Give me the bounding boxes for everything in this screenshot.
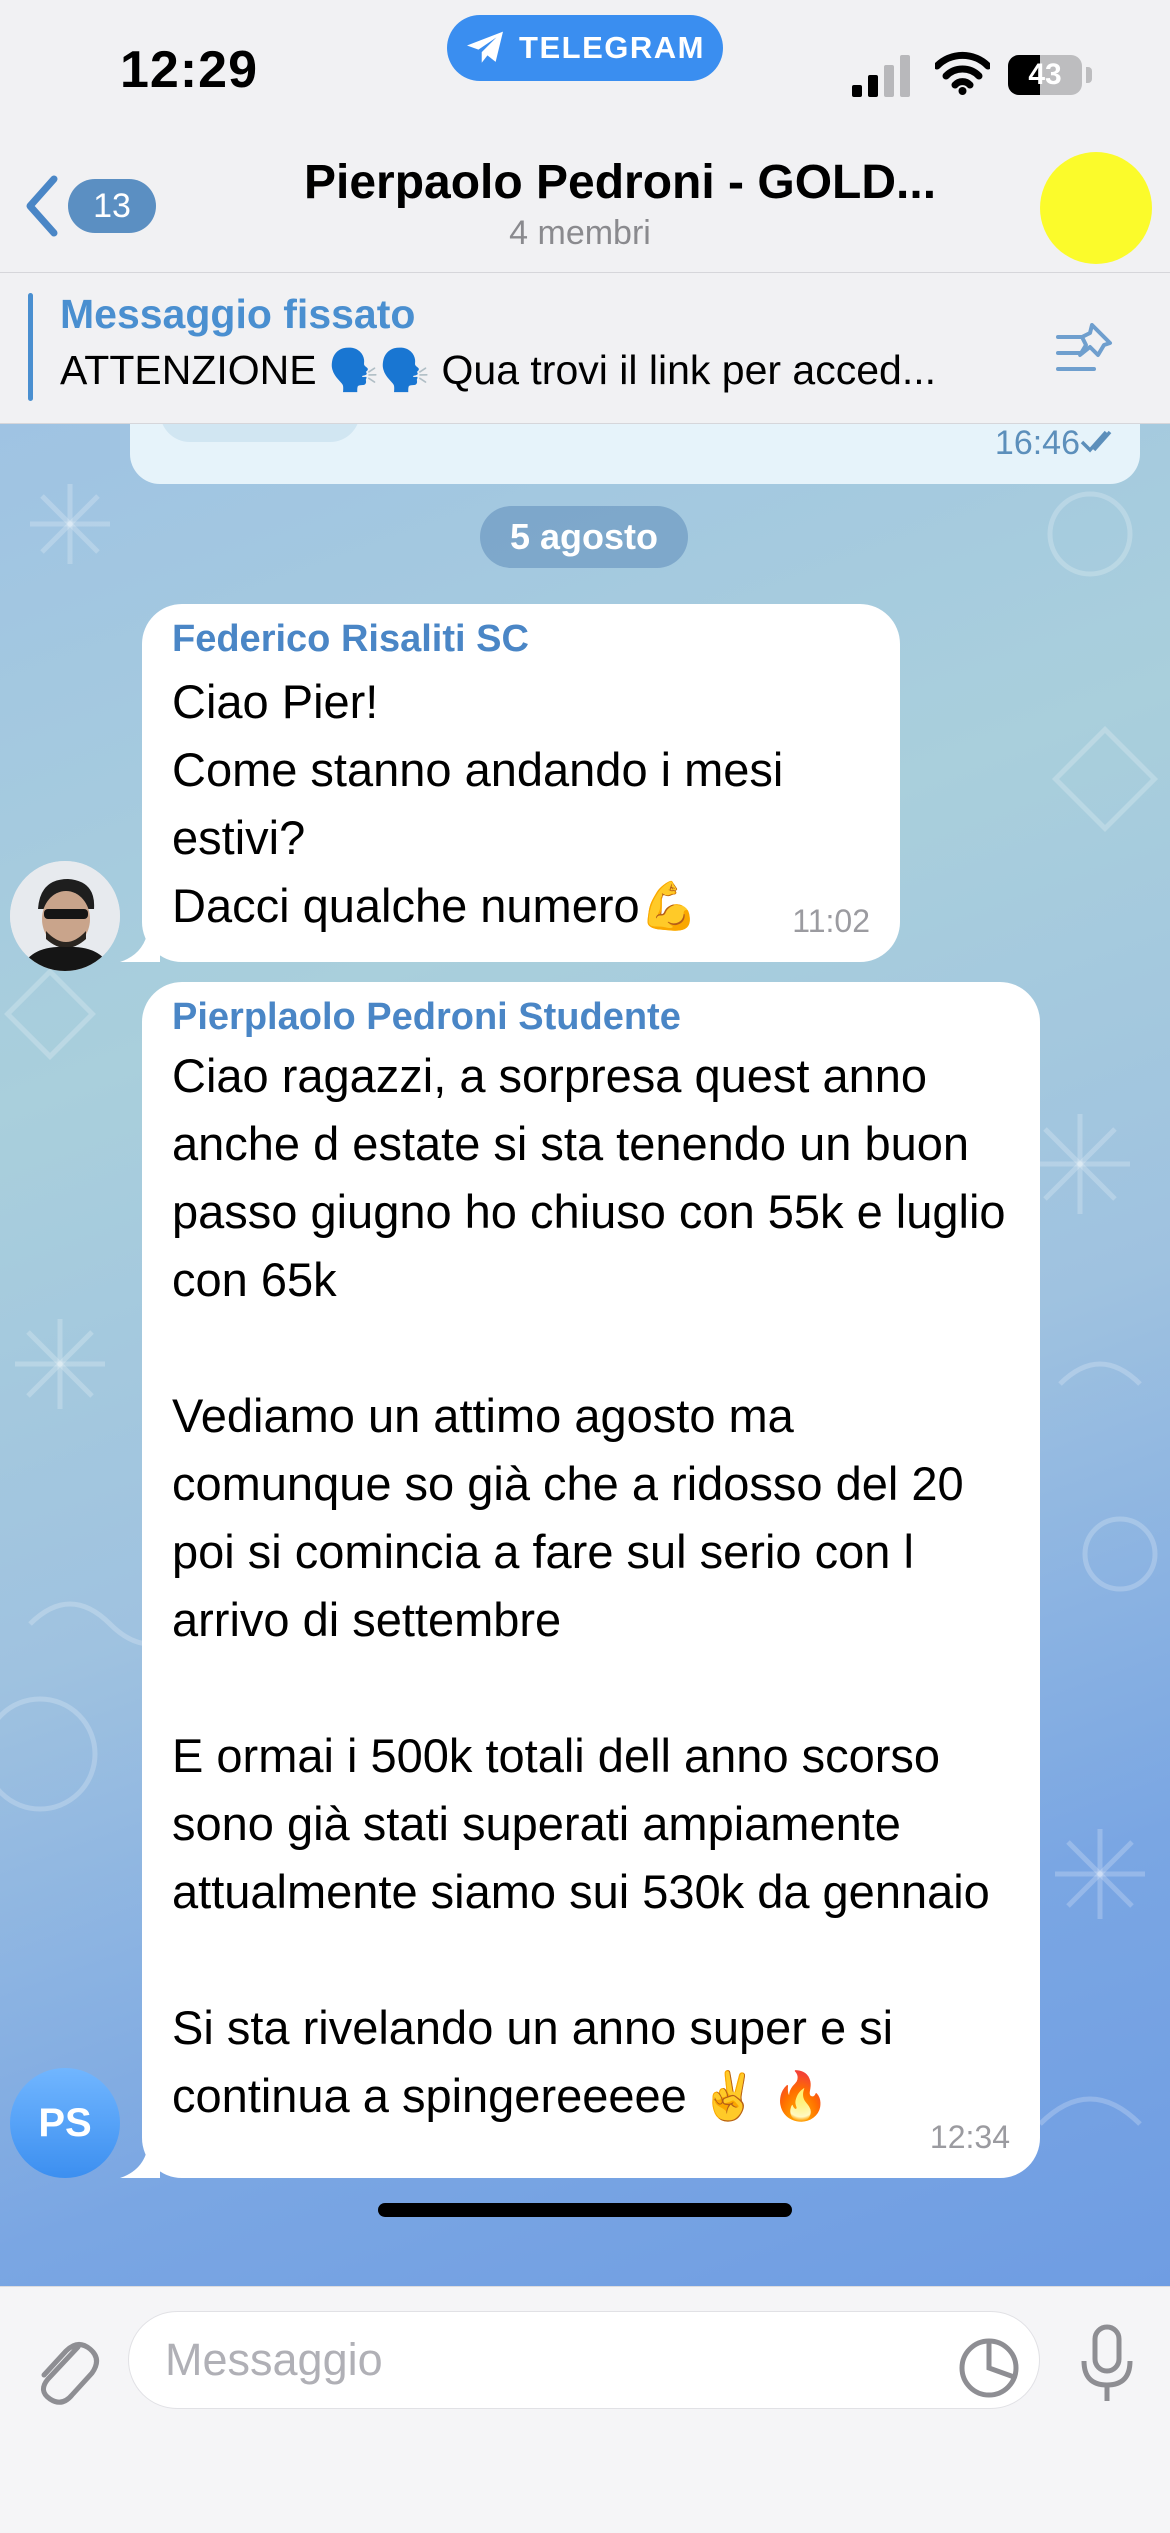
message-time: 12:34 [929, 2119, 1010, 2155]
sender-name[interactable]: Pierplaolo Pedroni Studente [172, 996, 681, 1039]
back-button[interactable]: 13 [22, 175, 156, 237]
sender-avatar[interactable]: PS [10, 2068, 120, 2178]
return-to-app-pill[interactable]: TELEGRAM [447, 15, 723, 81]
bubble-tail [120, 930, 160, 962]
member-count: 4 membri [509, 214, 651, 252]
unread-count-badge: 13 [68, 179, 156, 233]
microphone-icon[interactable] [1078, 2323, 1136, 2405]
group-avatar[interactable] [1040, 152, 1152, 264]
message-text: Ciao ragazzi, a sorpresa quest anno anch… [172, 1049, 1006, 2122]
pin-list-icon[interactable] [1052, 315, 1122, 385]
battery-percentage: 43 [1028, 58, 1062, 91]
pinned-label: Messaggio fissato [60, 291, 416, 337]
message-time: 16:46 [994, 424, 1080, 462]
date-separator: 5 agosto [480, 506, 688, 568]
pinned-text: ATTENZIONE 🗣️🗣️ Qua trovi il link per ac… [60, 347, 936, 393]
chat-header: 13 Pierpaolo Pedroni - GOLD... 4 membri [0, 150, 1170, 273]
cellular-signal-icon [852, 55, 910, 97]
chevron-left-icon [26, 175, 58, 237]
status-bar: 12:29 TELEGRAM 43 [0, 0, 1170, 150]
chat-title[interactable]: Pierpaolo Pedroni - GOLD... [240, 155, 1000, 210]
sender-name[interactable]: Federico Risaliti SC [172, 618, 529, 661]
message-bubble[interactable]: Federico Risaliti SC Ciao Pier! Come sta… [120, 604, 900, 962]
bubble-tail [120, 2146, 160, 2178]
battery-icon: 43 [1008, 55, 1082, 95]
profile-photo [10, 861, 120, 971]
sender-avatar[interactable] [10, 861, 120, 971]
paperclip-icon[interactable] [30, 2327, 100, 2407]
message-input[interactable] [128, 2311, 1040, 2409]
message-text: Ciao Pier! Come stanno andando i mesi es… [172, 675, 784, 932]
battery-cap [1086, 67, 1092, 83]
return-to-app-label: TELEGRAM [519, 30, 705, 65]
message-composer [0, 2203, 1170, 2533]
pinned-message-bar[interactable]: Messaggio fissato ATTENZIONE 🗣️🗣️ Qua tr… [0, 273, 1170, 424]
telegram-plane-icon [467, 31, 504, 63]
chat-area[interactable]: 16:46 5 agosto Federico Risaliti SC Ciao… [0, 424, 1170, 2286]
status-time: 12:29 [120, 41, 258, 99]
message-reactions[interactable] [160, 424, 360, 442]
message-time: 11:02 [792, 903, 870, 939]
pinned-indicator [28, 293, 33, 401]
message-bubble[interactable]: Pierplaolo Pedroni Studente Ciao ragazzi… [120, 982, 1040, 2178]
home-indicator [378, 2203, 792, 2217]
wifi-icon [935, 51, 990, 95]
double-check-icon [1080, 430, 1112, 453]
sticker-icon[interactable] [958, 2337, 1020, 2399]
previous-message-bubble[interactable]: 16:46 [130, 424, 1140, 484]
